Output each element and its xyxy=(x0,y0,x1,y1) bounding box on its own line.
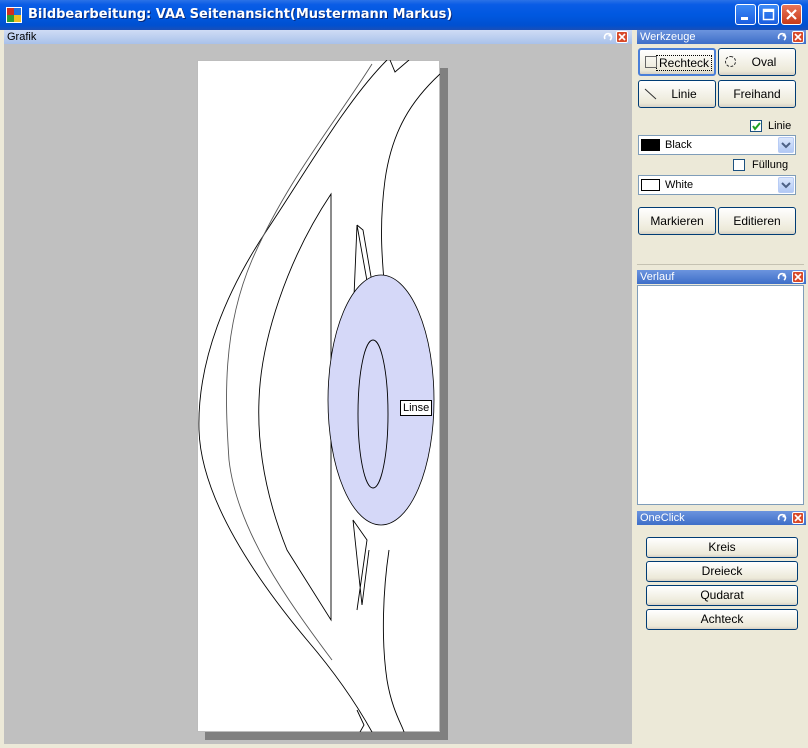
title-bar[interactable]: Bildbearbeitung: VAA Seitenansicht(Muste… xyxy=(0,0,808,30)
werkzeuge-title: Werkzeuge xyxy=(640,31,696,43)
kreis-label: Kreis xyxy=(708,540,736,554)
app-icon xyxy=(6,7,22,23)
editieren-label: Editieren xyxy=(733,214,781,228)
rechteck-button[interactable]: Rechteck xyxy=(638,48,716,76)
verlauf-title: Verlauf xyxy=(640,271,675,283)
close-icon xyxy=(794,273,802,281)
verlauf-close-button[interactable] xyxy=(792,271,804,283)
top-small xyxy=(389,60,410,73)
minimize-icon xyxy=(741,17,748,20)
close-icon xyxy=(794,33,802,41)
minimize-button[interactable] xyxy=(735,4,756,25)
grafik-close-button[interactable] xyxy=(616,31,628,43)
linie-checkbox-label: Linie xyxy=(768,120,792,132)
qudarat-button[interactable]: Qudarat xyxy=(646,585,798,606)
fuellung-checkbox-label: Füllung xyxy=(752,159,789,171)
grafik-title: Grafik xyxy=(7,31,37,43)
app-window: Bildbearbeitung: VAA Seitenansicht(Muste… xyxy=(0,0,808,748)
verlauf-list[interactable] xyxy=(637,285,804,505)
dropdown-arrow[interactable] xyxy=(778,137,794,153)
restore-icon[interactable] xyxy=(776,31,788,43)
window-title: Bildbearbeitung: VAA Seitenansicht(Muste… xyxy=(28,7,453,22)
linie-checkbox[interactable] xyxy=(750,120,762,132)
restore-icon[interactable] xyxy=(776,512,788,524)
linie-button[interactable]: Linie xyxy=(638,80,716,108)
dreieck-button[interactable]: Dreieck xyxy=(646,561,798,582)
linie-label: Linie xyxy=(671,87,697,101)
chevron-down-icon xyxy=(781,182,791,189)
verlauf-header: Verlauf xyxy=(637,270,806,284)
oval-icon xyxy=(725,56,736,67)
bottom-small xyxy=(356,709,365,732)
achteck-label: Achteck xyxy=(700,612,744,626)
close-icon xyxy=(618,33,626,41)
editieren-button[interactable]: Editieren xyxy=(718,207,796,235)
right-lower-curve xyxy=(382,549,405,732)
maximize-icon xyxy=(762,8,775,21)
linse-label[interactable]: Linse xyxy=(400,400,433,416)
chevron-down-icon xyxy=(781,142,791,149)
dreieck-label: Dreieck xyxy=(701,564,743,578)
white-swatch xyxy=(641,179,660,191)
linie-color-value: Black xyxy=(665,139,692,151)
fuellung-checkbox[interactable] xyxy=(733,159,745,171)
close-icon xyxy=(786,9,797,20)
werkzeuge-header: Werkzeuge xyxy=(637,30,806,44)
achteck-button[interactable]: Achteck xyxy=(646,609,798,630)
drawing-canvas[interactable] xyxy=(197,60,440,732)
black-swatch xyxy=(641,139,660,151)
freihand-button[interactable]: Freihand xyxy=(718,80,796,108)
oval-button[interactable]: Oval xyxy=(718,48,796,76)
checkmark-icon xyxy=(752,122,761,131)
freihand-label: Freihand xyxy=(733,87,781,101)
dropdown-arrow[interactable] xyxy=(778,177,794,193)
restore-icon[interactable] xyxy=(602,31,614,43)
oneclick-title: OneClick xyxy=(640,512,685,524)
werkzeuge-close-button[interactable] xyxy=(792,31,804,43)
oneclick-close-button[interactable] xyxy=(792,512,804,524)
divider xyxy=(637,264,804,265)
rechteck-label: Rechteck xyxy=(655,55,713,71)
qudarat-label: Qudarat xyxy=(700,588,744,602)
fuellung-color-value: White xyxy=(665,179,694,191)
linie-color-select[interactable]: Black xyxy=(638,135,796,155)
close-button[interactable] xyxy=(781,4,802,25)
close-icon xyxy=(794,514,802,522)
grafik-header: Grafik xyxy=(4,30,632,44)
wedge xyxy=(258,192,332,622)
maximize-button[interactable] xyxy=(758,4,779,25)
zonule-bottom xyxy=(352,519,370,611)
markieren-label: Markieren xyxy=(650,214,704,228)
line-icon xyxy=(644,88,657,100)
oneclick-header: OneClick xyxy=(637,511,806,525)
fuellung-color-select[interactable]: White xyxy=(638,175,796,195)
drawing xyxy=(198,60,440,732)
rectangle-icon xyxy=(645,56,657,68)
restore-icon[interactable] xyxy=(776,271,788,283)
oval-label: Oval xyxy=(751,55,777,69)
markieren-button[interactable]: Markieren xyxy=(638,207,716,235)
kreis-button[interactable]: Kreis xyxy=(646,537,798,558)
